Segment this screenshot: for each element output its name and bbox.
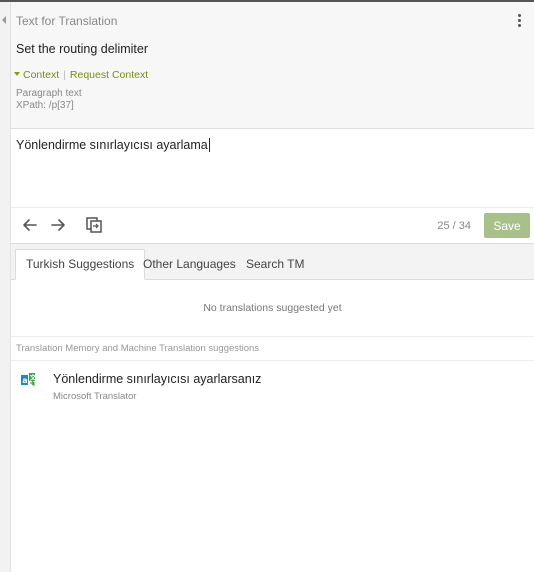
context-link[interactable]: Context bbox=[23, 69, 59, 81]
tab-search-tm[interactable]: Search TM bbox=[236, 250, 314, 279]
suggestion-text[interactable]: Yönlendirme sınırlayıcısı ayarlarsanız bbox=[53, 372, 261, 386]
request-context-link[interactable]: Request Context bbox=[70, 69, 148, 81]
source-meta: Paragraph text XPath: /p[37] bbox=[16, 88, 82, 112]
previous-arrow-icon[interactable] bbox=[21, 216, 39, 234]
next-arrow-icon[interactable] bbox=[49, 216, 67, 234]
copy-source-icon[interactable] bbox=[85, 216, 103, 234]
suggestion-source: Microsoft Translator bbox=[53, 391, 137, 402]
paragraph-label: Paragraph text bbox=[16, 88, 82, 99]
svg-text:文: 文 bbox=[29, 373, 37, 382]
tab-turkish-suggestions[interactable]: Turkish Suggestions bbox=[15, 249, 146, 280]
context-separator: | bbox=[63, 69, 66, 81]
tm-header-label: Translation Memory and Machine Translati… bbox=[16, 343, 260, 354]
source-text: Set the routing delimiter bbox=[16, 42, 149, 56]
svg-text:a: a bbox=[22, 376, 27, 385]
suggestion-tabs: Turkish Suggestions Other Languages Sear… bbox=[11, 243, 534, 280]
translator-icon: a 文 bbox=[21, 373, 37, 386]
text-caret bbox=[208, 138, 210, 152]
left-collapse-rail[interactable] bbox=[0, 2, 11, 572]
save-button[interactable]: Save bbox=[484, 213, 530, 238]
target-editor[interactable]: Yönlendirme sınırlayıcısı ayarlama bbox=[11, 128, 534, 209]
no-suggestions-message: No translations suggested yet bbox=[11, 279, 534, 337]
more-options-icon[interactable] bbox=[516, 14, 522, 30]
xpath-label: XPath: /p[37] bbox=[16, 100, 74, 111]
tm-section-header: Translation Memory and Machine Translati… bbox=[11, 337, 534, 361]
source-panel: Text for Translation Set the routing del… bbox=[11, 2, 534, 128]
context-row: Context | Request Context bbox=[14, 69, 148, 81]
editor-toolbar: 25 / 34 Save bbox=[11, 207, 534, 244]
suggestion-item[interactable]: a 文 Yönlendirme sınırlayıcısı ayarlarsan… bbox=[11, 361, 534, 411]
tab-other-languages[interactable]: Other Languages bbox=[133, 250, 246, 279]
target-text[interactable]: Yönlendirme sınırlayıcısı ayarlama bbox=[16, 138, 208, 152]
caret-down-icon[interactable] bbox=[14, 72, 20, 76]
target-text-wrap[interactable]: Yönlendirme sınırlayıcısı ayarlama bbox=[16, 138, 210, 152]
source-title: Text for Translation bbox=[16, 14, 118, 28]
segment-counter: 25 / 34 bbox=[437, 220, 471, 232]
collapse-left-icon[interactable] bbox=[2, 16, 6, 24]
